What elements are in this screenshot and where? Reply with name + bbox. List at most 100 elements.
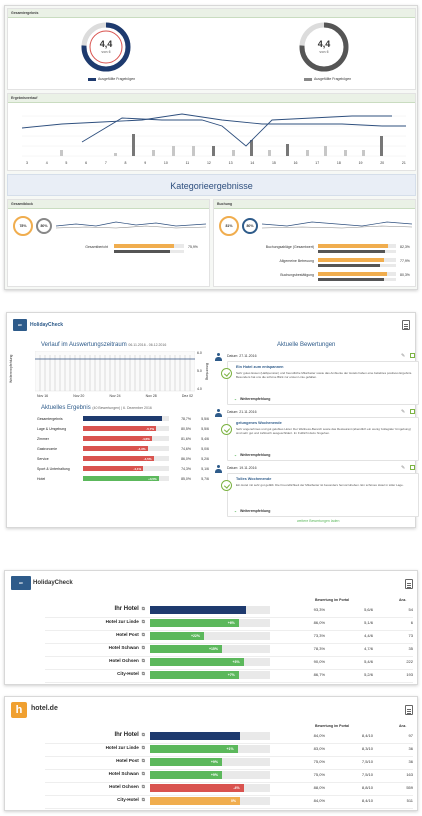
aktuell-row-pct: 81,6% <box>181 437 191 441</box>
external-link-icon[interactable]: ⧉ <box>142 771 145 776</box>
gesamt-row-label: Gesamtbericht <box>85 245 108 249</box>
aktuell-row-score: 5,5/6 <box>201 417 209 421</box>
row-divider <box>45 808 413 809</box>
holidaycheck-compare-card: HC HolidayCheck Bewertung im Portal Anz.… <box>4 570 418 685</box>
xtick: 9 <box>144 161 147 165</box>
external-link-icon[interactable]: ⧉ <box>142 606 145 611</box>
competitor-bar <box>150 606 270 614</box>
more-reviews-link[interactable]: weitere Bewertungen laden <box>297 519 339 523</box>
external-link-icon[interactable]: ⧉ <box>142 745 145 750</box>
export-document-icon[interactable] <box>405 579 413 589</box>
col-header: Bewertung im Portal <box>315 724 350 728</box>
ring-compare-buchung: 80% <box>242 218 258 234</box>
competitor-bar-fill <box>150 732 240 740</box>
external-link-icon[interactable]: ⧉ <box>142 758 145 763</box>
buchung-row-label-2: Allgemeine Betreuung <box>279 259 314 263</box>
competitor-count: 36 <box>408 759 413 764</box>
buchung-row-value-2: 77,9% <box>400 259 410 263</box>
review-recommendation[interactable]: ⌄ Weiterempfehlung <box>234 453 270 457</box>
competitor-name: Hotel Schwan <box>108 771 139 776</box>
aktuell-row-pct: 78,7% <box>181 417 191 421</box>
hoteldee-logo-text: hotel.de <box>31 705 58 712</box>
review-recommendation[interactable]: ⌄ Weiterempfehlung <box>234 397 270 401</box>
competitor-label: Hotel Ochsen ⧉ <box>45 784 145 789</box>
reviewer-avatar-icon <box>215 409 222 417</box>
aktuell-row-score: 5,0/6 <box>201 447 209 451</box>
gesamt-row-fill-compare <box>114 250 170 253</box>
external-link-icon[interactable]: ⧉ <box>142 632 145 637</box>
col-anz: Anz. <box>399 724 407 728</box>
competitor-pct: 84,0% <box>313 798 325 803</box>
competitor-score: 8,3/10 <box>361 746 373 751</box>
review-text: Sehr gutes Essen (Halbpension) und freun… <box>236 371 413 379</box>
aktuell-row-bar <box>83 426 169 431</box>
review-recommendation[interactable]: ⌄ Weiterempfehlung <box>234 509 270 513</box>
external-link-icon[interactable]: ⧉ <box>142 784 145 789</box>
external-link-icon[interactable]: ⧉ <box>142 645 145 650</box>
hoteldee-logo-letter: h <box>15 704 23 716</box>
checkbox-icon[interactable] <box>410 353 415 358</box>
checkbox-icon[interactable] <box>410 409 415 414</box>
export-document-icon[interactable] <box>405 705 413 715</box>
xtick: 13 <box>228 161 233 165</box>
xtick: 15 <box>271 161 276 165</box>
xtick: 4 <box>45 161 48 165</box>
gesamtergebnis-panel: Gesamtergebnis 4,4 von 6 Ausgefüllte Fra… <box>7 8 416 90</box>
review-title: gelungenes Wochenende <box>236 421 282 425</box>
competitor-bar <box>150 797 270 805</box>
buchung-row-bar-3-compare <box>318 278 396 281</box>
verlauf-xticks: Nov 16 Nov 20 Nov 24 Nov 28 Dez 02 <box>37 394 193 398</box>
competitor-pct: 88,0% <box>313 785 325 790</box>
competitor-pct: 90,0% <box>313 659 325 664</box>
xtick: 19 <box>358 161 363 165</box>
external-link-icon[interactable]: ⧉ <box>142 732 145 737</box>
edit-icon[interactable]: ✎ <box>401 465 405 471</box>
export-document-icon[interactable] <box>402 320 410 330</box>
buchung-row-bar-1 <box>318 244 396 248</box>
competitor-label: Ihr Hotel ⧉ <box>45 732 145 738</box>
recommend-check-icon <box>221 368 232 379</box>
gesamt-row-bar <box>114 244 184 248</box>
external-link-icon[interactable]: ⧉ <box>142 658 145 663</box>
competitor-score: 8,4/10 <box>361 733 373 738</box>
aktuell-row-diff: +3,5% <box>148 477 157 481</box>
review-text: Sehr angenehmes und gut gelobtes Hotel. … <box>236 427 411 435</box>
aktuell-row-label: Hotel <box>37 477 46 481</box>
competitor-score: 5,6/6 <box>364 607 373 612</box>
xtick: 14 <box>250 161 255 165</box>
buchung-row-fill-compare <box>318 250 386 253</box>
competitor-bar <box>150 658 270 666</box>
competitor-score: 5,1/6 <box>364 620 373 625</box>
legend-compare: Ausgefüllte Fragebögen <box>304 77 351 81</box>
aktuell-row-pct: 74,3% <box>181 467 191 471</box>
gauge-compare: 4,4 von 6 <box>298 21 350 73</box>
competitor-count: 511 <box>406 798 413 803</box>
review-title: Ein Hotel zum entspannen <box>236 365 284 369</box>
external-link-icon[interactable]: ⧉ <box>142 797 145 802</box>
kategorie-band: Kategorieergebnisse <box>7 174 416 196</box>
competitor-score: 5,4/6 <box>364 659 373 664</box>
ring-value: 80% <box>40 224 48 228</box>
external-link-icon[interactable]: ⧉ <box>142 671 145 676</box>
bewertungen-title: Aktuelle Bewertungen <box>277 342 336 348</box>
aktuell-row-diff: -4,3% <box>137 447 146 451</box>
aktuell-row-pct: 86,0% <box>181 457 191 461</box>
review-card: Ein Hotel zum entspannen Sehr gutes Essen… <box>221 361 419 405</box>
checkbox-icon[interactable] <box>410 465 415 470</box>
buchung-panel: Buchung 81% 80% Buchungsabläge (Gesamtwe… <box>213 199 416 287</box>
gesamtergebnis-title: Gesamtergebnis <box>8 9 415 18</box>
competitor-name: Ihr Hotel <box>114 606 139 612</box>
competitor-label: Hotel zur Linde ⧉ <box>45 745 145 750</box>
aktuell-row-score: 5,1/6 <box>201 467 209 471</box>
competitor-name: Hotel Post <box>116 758 139 763</box>
buchung-trend <box>262 221 412 229</box>
competitor-label: Hotel Post ⧉ <box>45 758 145 763</box>
edit-icon[interactable]: ✎ <box>401 409 405 415</box>
external-link-icon[interactable]: ⧉ <box>142 619 145 624</box>
buchung-row-bar-3 <box>318 272 396 276</box>
ring-compare-gesamt: 80% <box>36 218 52 234</box>
competitor-name: Hotel Schwan <box>108 645 139 650</box>
competitor-name: Hotel zur Linde <box>105 619 139 624</box>
edit-icon[interactable]: ✎ <box>401 353 405 359</box>
recommend-check-icon <box>221 480 232 491</box>
